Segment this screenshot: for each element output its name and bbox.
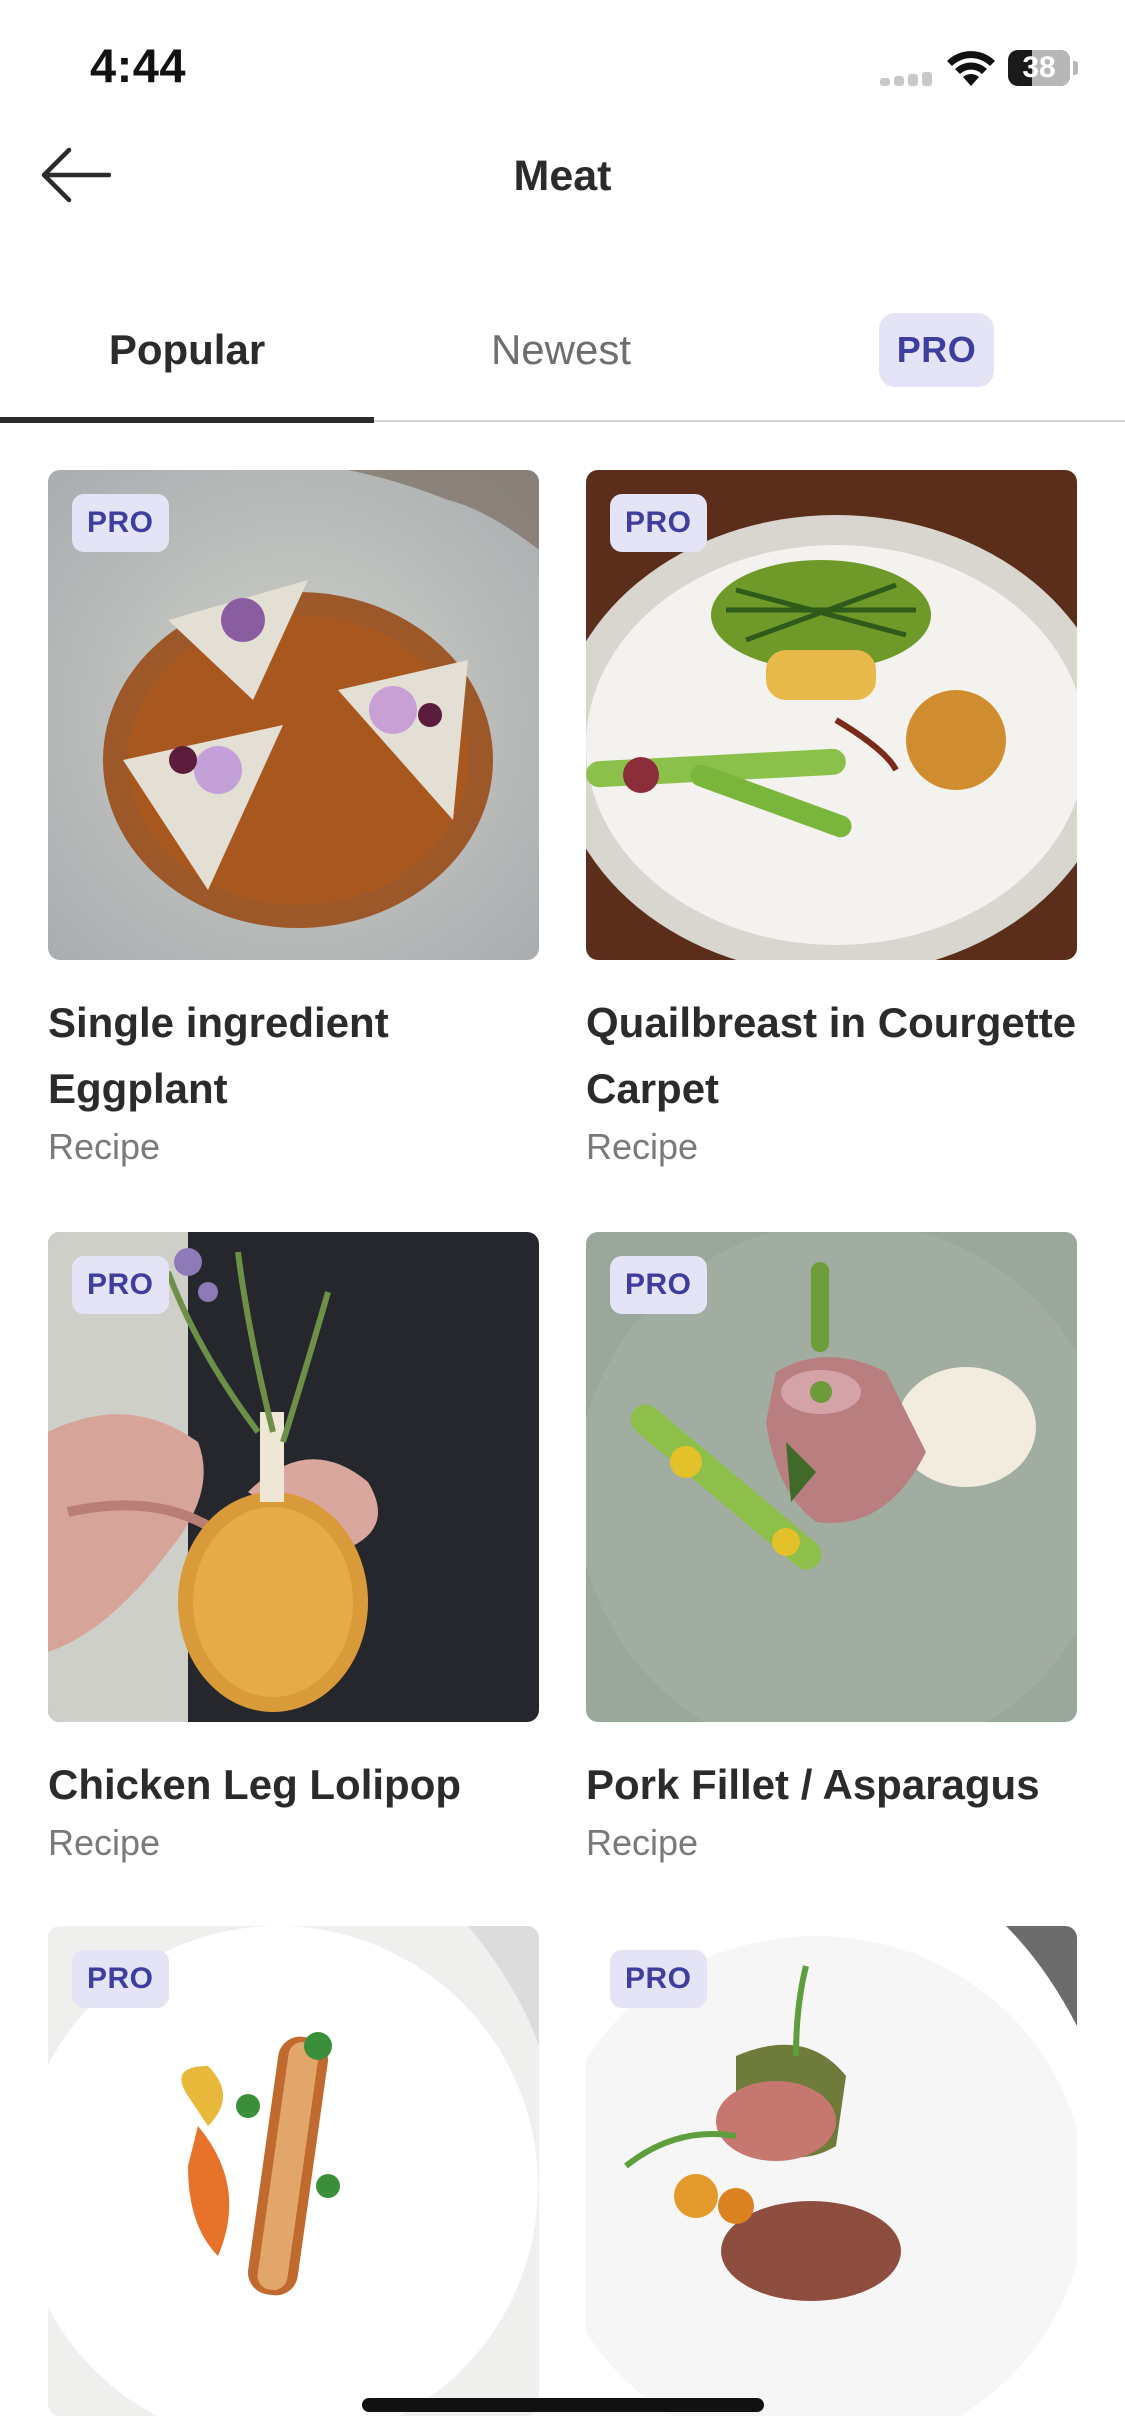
recipe-image: PRO: [48, 1232, 539, 1722]
recipe-type: Recipe: [586, 1822, 699, 1863]
pro-badge: PRO: [610, 1256, 707, 1314]
tab-newest[interactable]: Newest: [374, 280, 748, 420]
pro-badge: PRO: [72, 494, 169, 552]
status-time: 4:44: [90, 39, 187, 92]
recipe-title: Single ingredient Eggplant: [48, 999, 389, 1112]
pro-badge: PRO: [610, 1950, 707, 2008]
tab-newest-label: Newest: [490, 326, 632, 373]
pro-badge: PRO: [72, 1256, 169, 1314]
recipe-image: PRO: [586, 470, 1077, 960]
active-tab-indicator: [0, 417, 374, 423]
cellular-signal-icon: [880, 72, 932, 86]
pro-badge: PRO: [610, 494, 707, 552]
tab-popular-label: Popular: [108, 326, 266, 373]
recipe-card[interactable]: PRO: [586, 1926, 1077, 2416]
battery-icon: 38: [1008, 50, 1070, 86]
recipe-title: Pork Fillet / Asparagus: [586, 1761, 1040, 1808]
recipe-card[interactable]: PRO Pork Fillet / Asparagus Recipe: [586, 1232, 1077, 1864]
recipe-card[interactable]: PRO: [48, 1926, 539, 2416]
tab-pro[interactable]: PRO: [748, 280, 1125, 420]
page-title: Meat: [513, 152, 612, 200]
wifi-icon: [946, 50, 996, 88]
tab-pro-label: PRO: [878, 313, 995, 387]
recipe-image: PRO: [586, 1926, 1077, 2416]
tab-bar: Popular Newest PRO: [0, 280, 1125, 423]
recipe-image: PRO: [586, 1232, 1077, 1722]
pro-badge: PRO: [72, 1950, 169, 2008]
battery-percentage: 38: [1022, 51, 1056, 84]
tab-popular[interactable]: Popular: [0, 280, 374, 420]
recipe-type: Recipe: [586, 1126, 699, 1167]
recipe-card[interactable]: PRO Chicken Leg Lolipop Recipe: [48, 1232, 539, 1864]
recipe-card[interactable]: PRO Single ingredient Eggplant Recipe: [48, 470, 539, 1168]
recipe-title: Quailbreast in Courgette Carpet: [586, 999, 1077, 1112]
home-indicator: [362, 2398, 764, 2412]
recipe-title: Chicken Leg Lolipop: [48, 1761, 462, 1808]
recipe-image: PRO: [48, 470, 539, 960]
recipe-card[interactable]: PRO Quailbreast in Courgette Carpet Reci…: [586, 470, 1077, 1168]
recipe-type: Recipe: [48, 1822, 161, 1863]
recipe-image: PRO: [48, 1926, 539, 2416]
recipe-type: Recipe: [48, 1126, 161, 1167]
battery-tip: [1073, 61, 1078, 75]
status-bar: 4:44 38: [0, 0, 1125, 140]
